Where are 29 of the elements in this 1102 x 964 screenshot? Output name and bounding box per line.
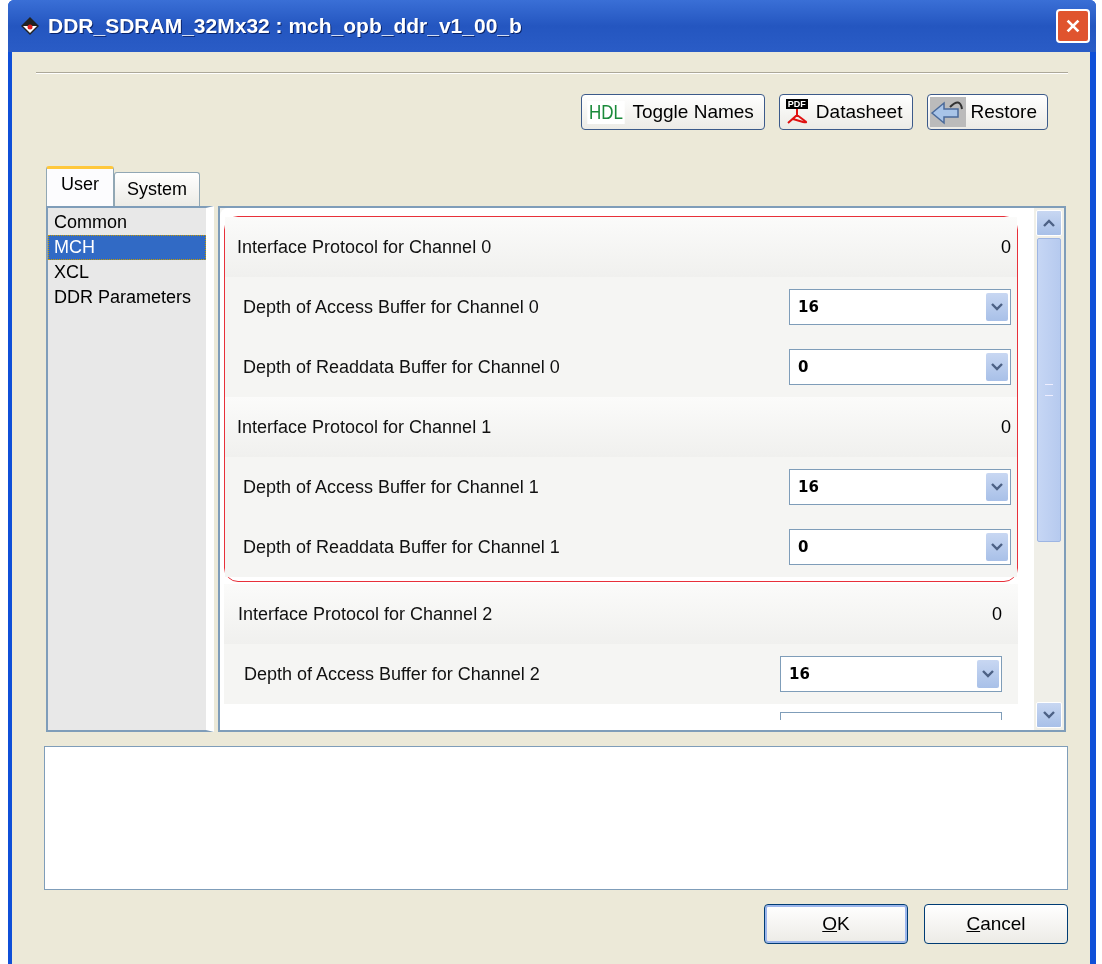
category-item[interactable]: DDR Parameters — [48, 285, 206, 310]
category-item[interactable]: MCH — [48, 235, 206, 260]
dropdown[interactable]: 16 — [789, 289, 1011, 325]
dialog-button[interactable]: OK — [764, 904, 908, 944]
parameter-value: 0 — [992, 603, 1002, 625]
parameter-label: Depth of Access Buffer for Channel 1 — [242, 476, 539, 498]
tab[interactable]: System — [114, 172, 201, 206]
dropdown[interactable]: 16 — [780, 656, 1002, 692]
toolbar-button[interactable]: PDF Datasheet — [778, 94, 914, 130]
dropdown[interactable]: 0 — [789, 349, 1011, 385]
category-item[interactable]: XCL — [48, 260, 206, 285]
parameter-label: Depth of Readdata Buffer for Channel 0 — [242, 356, 560, 378]
window-title: DDR_SDRAM_32Mx32 : mch_opb_ddr_v1_00_b — [48, 14, 523, 38]
parameter-label: Interface Protocol for Channel 1 — [237, 416, 492, 438]
tab[interactable]: User — [46, 166, 114, 206]
parameter-label: Depth of Access Buffer for Channel 0 — [242, 296, 539, 318]
parameter-label: Depth of Readdata Buffer for Channel 1 — [242, 536, 560, 558]
dialog-button[interactable]: Cancel — [924, 904, 1068, 944]
parameter-label: Depth of Access Buffer for Channel 2 — [243, 663, 540, 685]
toolbar-button[interactable]: HDL Toggle Names — [581, 94, 765, 130]
parameter-value: 0 — [1001, 236, 1011, 258]
dropdown[interactable]: 0 — [789, 529, 1011, 565]
parameter-label: Interface Protocol for Channel 2 — [238, 603, 493, 625]
category-item[interactable]: Common — [48, 210, 206, 235]
parameter-value: 0 — [1001, 416, 1011, 438]
toolbar-button[interactable]: Restore — [927, 94, 1048, 130]
parameter-label: Interface Protocol for Channel 0 — [237, 236, 492, 258]
dropdown[interactable]: 16 — [789, 469, 1011, 505]
hdl-icon: HDL — [587, 100, 626, 124]
